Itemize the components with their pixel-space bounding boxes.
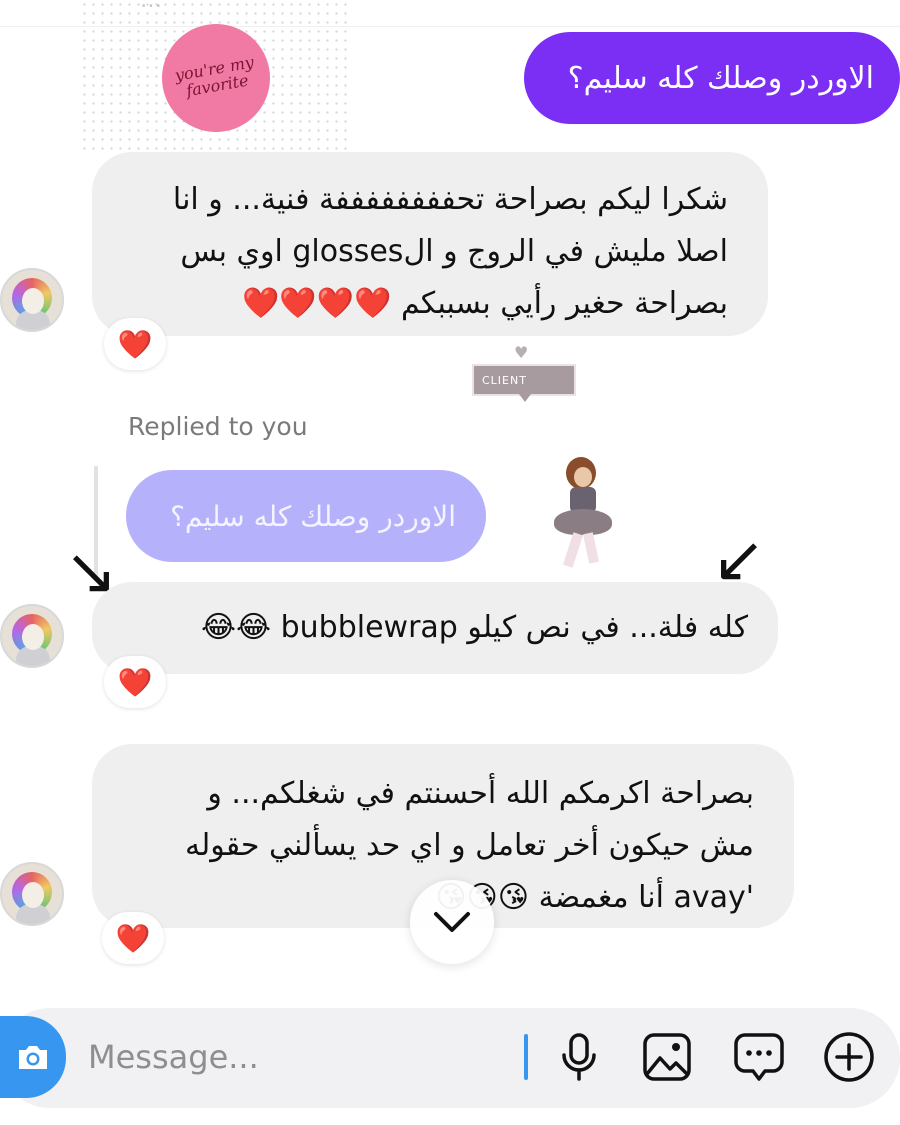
heart-icon: ❤️ <box>117 665 153 699</box>
message-line: مش حيكون أخر تعامل و اي حد يسألني حقوله <box>185 828 754 863</box>
outgoing-message-text: الاوردر وصلك كله سليم؟ <box>567 60 874 96</box>
heart-icon: ♥ <box>514 343 529 362</box>
quoted-message-text: الاوردر وصلك كله سليم؟ <box>170 499 456 533</box>
text-cursor <box>524 1034 528 1080</box>
more-button[interactable] <box>822 1030 876 1084</box>
plus-circle-icon <box>824 1032 874 1082</box>
heart-icon: ❤️ <box>115 921 151 955</box>
avatar[interactable] <box>0 862 64 926</box>
sticker-button[interactable] <box>732 1030 786 1084</box>
tag-pointer <box>519 394 531 402</box>
message-input[interactable] <box>86 1026 510 1088</box>
gallery-button[interactable] <box>640 1030 694 1084</box>
client-tag-text: CLIENT <box>482 373 527 387</box>
avatar[interactable] <box>0 604 64 668</box>
replied-label: Replied to you <box>128 412 308 441</box>
chat-bubble-icon <box>734 1033 784 1081</box>
heart-reaction[interactable]: ❤️ <box>104 318 166 370</box>
microphone-icon <box>562 1033 596 1081</box>
avatar[interactable] <box>0 268 64 332</box>
sticker-text: you're my favorite <box>173 52 256 101</box>
message-line: اصلا مليش في الروج و الglosses اوي بس <box>180 234 728 269</box>
incoming-message[interactable]: شكرا ليكم بصراحة تحففففففففة فنية... و ا… <box>92 152 768 336</box>
heart-reaction[interactable]: ❤️ <box>104 656 166 708</box>
dancing-girl-sticker <box>548 455 618 575</box>
client-tag: CLIENT <box>472 364 576 396</box>
scroll-to-bottom-button[interactable] <box>410 880 494 964</box>
camera-icon <box>19 1046 47 1069</box>
quoted-message[interactable]: الاوردر وصلك كله سليم؟ <box>126 470 486 562</box>
message-line: بصراحة حغير رأيي بسببكم ❤️❤️❤️❤️ <box>242 286 728 321</box>
heart-icon: ❤️ <box>117 327 153 361</box>
outgoing-message[interactable]: الاوردر وصلك كله سليم؟ <box>524 32 900 124</box>
message-line: شكرا ليكم بصراحة تحففففففففة فنية... و ا… <box>172 182 728 217</box>
heart-reaction[interactable]: ❤️ <box>102 912 164 964</box>
message-line: كله فلة... في نص كيلو bubblewrap 😂😂 <box>200 610 748 645</box>
voice-message-button[interactable] <box>552 1030 606 1084</box>
image-icon <box>643 1033 691 1081</box>
chevron-down-icon <box>434 912 470 932</box>
message-line: بصراحة اكرمكم الله أحسنتم في شغلكم... و <box>207 776 754 811</box>
incoming-message[interactable]: كله فلة... في نص كيلو bubblewrap 😂😂 <box>92 582 778 674</box>
